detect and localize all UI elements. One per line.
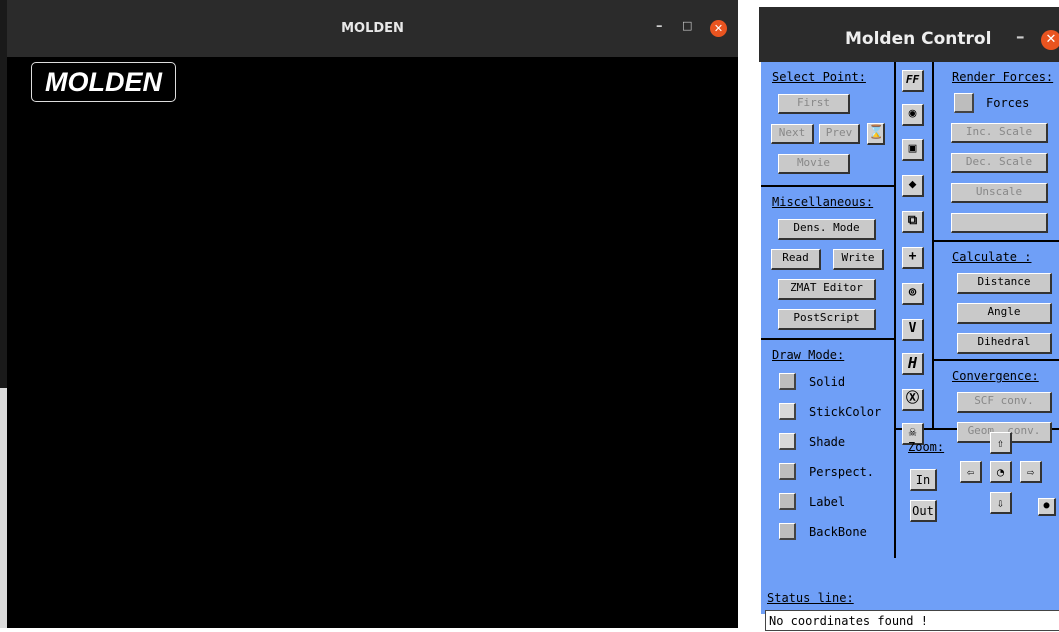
ff-icon[interactable]: FF [902, 70, 924, 92]
h-bond-icon[interactable]: H [902, 353, 924, 375]
video-camera-icon[interactable]: ▣ [902, 139, 924, 161]
movie-button[interactable]: Movie [778, 154, 850, 174]
shade-checkbox[interactable] [779, 433, 796, 450]
main-window-title: MOLDEN [341, 21, 404, 36]
dot-icon[interactable]: ● [1038, 498, 1056, 516]
stickcolor-label: StickColor [809, 405, 882, 419]
angle-button[interactable]: Angle [957, 303, 1052, 324]
zoom-heading: Zoom: [908, 440, 945, 454]
left-arrow-icon[interactable]: ⇦ [960, 461, 982, 483]
column-divider-right [932, 62, 934, 428]
miscellaneous-heading: Miscellaneous: [772, 195, 874, 209]
backbone-checkbox[interactable] [779, 523, 796, 540]
forces-checkbox[interactable] [954, 93, 974, 113]
perspect-label: Perspect. [809, 465, 875, 479]
stickcolor-checkbox[interactable] [779, 403, 796, 420]
minimize-icon[interactable]: – [656, 19, 663, 34]
divider [761, 338, 894, 340]
forces-label: Forces [986, 96, 1030, 110]
zoom-out-button[interactable]: Out [910, 500, 937, 522]
center-icon[interactable]: ◔ [990, 461, 1012, 483]
divider [761, 185, 894, 187]
control-window-title: Molden Control [845, 29, 992, 49]
control-panel: Select Point: First Next Prev ⌛ Movie Mi… [761, 62, 1059, 614]
molden-control-window[interactable]: Molden Control – ✕ Select Point: First N… [759, 7, 1059, 631]
draw-mode-heading: Draw Mode: [772, 348, 845, 362]
scf-conv-button[interactable]: SCF conv. [957, 392, 1052, 413]
write-button[interactable]: Write [833, 249, 884, 270]
minimize-icon[interactable]: – [1016, 27, 1025, 47]
molden-logo: MOLDEN [31, 62, 176, 102]
label-label: Label [809, 495, 846, 509]
close-icon[interactable]: ✕ [1041, 30, 1059, 50]
status-line-label: Status line: [767, 591, 854, 605]
solid-checkbox[interactable] [779, 373, 796, 390]
maximize-icon[interactable]: □ [682, 19, 692, 32]
main-titlebar[interactable]: MOLDEN – □ ✕ [7, 0, 738, 57]
zoom-in-button[interactable]: In [910, 469, 937, 491]
orbital-icon[interactable]: ⊚ [902, 283, 924, 305]
render-forces-heading: Render Forces: [952, 70, 1054, 84]
next-button[interactable]: Next [771, 124, 814, 144]
dens-mode-button[interactable]: Dens. Mode [778, 219, 876, 240]
backbone-label: BackBone [809, 525, 867, 539]
zmat-editor-button[interactable]: ZMAT Editor [778, 279, 876, 300]
inc-scale-button[interactable]: Inc. Scale [951, 123, 1048, 143]
distance-button[interactable]: Distance [957, 273, 1052, 294]
dec-scale-button[interactable]: Dec. Scale [951, 153, 1048, 173]
close-icon[interactable]: ✕ [710, 20, 727, 37]
select-point-heading: Select Point: [772, 70, 866, 84]
hourglass-icon[interactable]: ⌛ [867, 123, 885, 145]
shade-label: Shade [809, 435, 846, 449]
calculate-heading: Calculate : [952, 250, 1032, 264]
desktop-edge-light [0, 388, 7, 628]
right-arrow-icon[interactable]: ⇨ [1020, 461, 1042, 483]
molden-main-window[interactable]: MOLDEN – □ ✕ MOLDEN [7, 0, 738, 628]
column-divider-left [894, 62, 896, 558]
divider [934, 240, 1059, 242]
bird-icon[interactable]: ◆ [902, 175, 924, 197]
postscript-button[interactable]: PostScript [778, 309, 876, 330]
axes-icon[interactable]: + [902, 247, 924, 269]
solid-label: Solid [809, 375, 846, 389]
cube-icon[interactable]: ⧉ [902, 211, 924, 233]
divider [934, 359, 1059, 361]
control-titlebar[interactable]: Molden Control – ✕ [759, 7, 1059, 62]
dihedral-button[interactable]: Dihedral [957, 333, 1052, 354]
camera-icon[interactable]: ◉ [902, 104, 924, 126]
ring-icon[interactable]: Ⓧ [902, 389, 924, 411]
read-button[interactable]: Read [771, 249, 821, 270]
down-arrow-icon[interactable]: ⇩ [990, 492, 1012, 514]
unscale-button[interactable]: Unscale [951, 183, 1048, 203]
first-button[interactable]: First [778, 94, 850, 114]
perspect-checkbox[interactable] [779, 463, 796, 480]
prev-button[interactable]: Prev [819, 124, 860, 144]
up-arrow-icon[interactable]: ⇧ [990, 432, 1012, 454]
label-checkbox[interactable] [779, 493, 796, 510]
convergence-heading: Convergence: [952, 369, 1039, 383]
vector-icon[interactable]: V [902, 319, 924, 341]
forces-blank-button[interactable] [951, 213, 1048, 233]
